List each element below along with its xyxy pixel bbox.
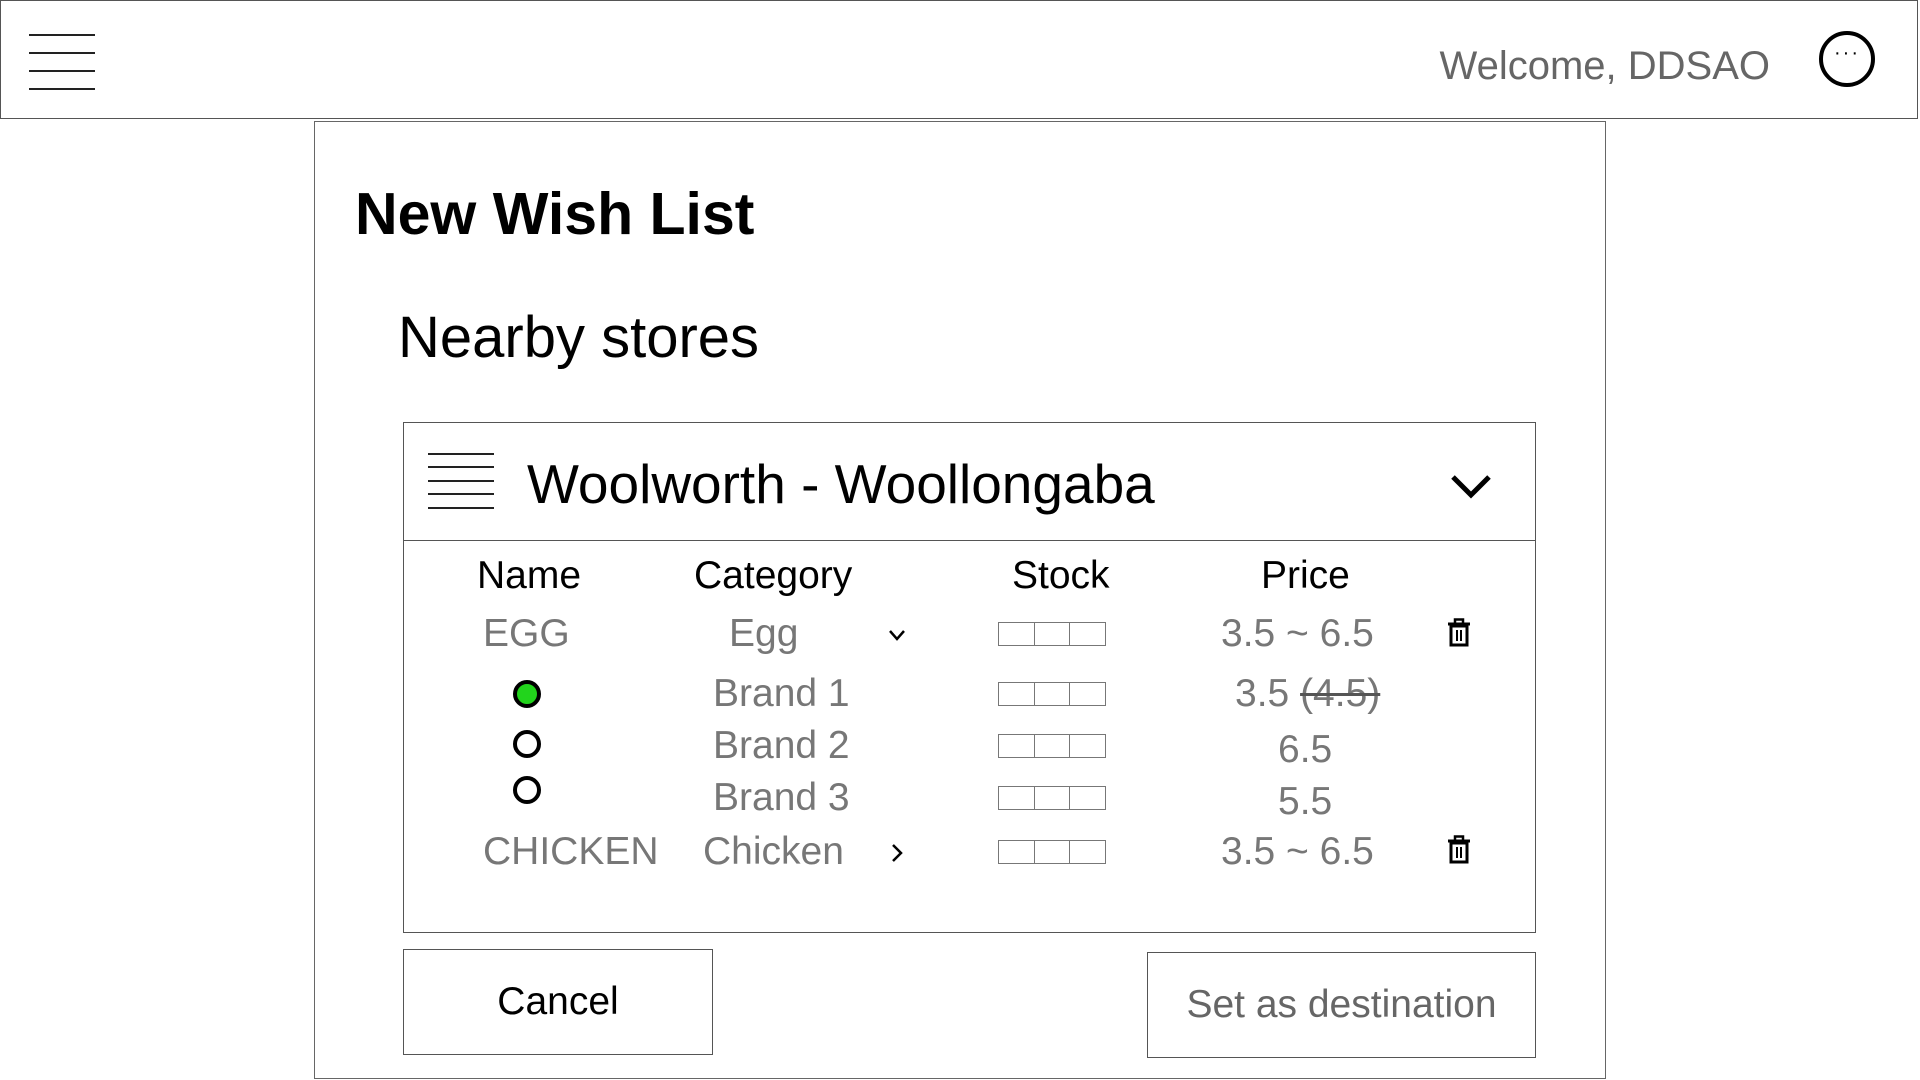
welcome-text: Welcome, DDSAO (1439, 44, 1770, 88)
column-header-price: Price (1261, 554, 1350, 597)
brand-radio[interactable] (513, 730, 541, 758)
chevron-down-icon[interactable] (1448, 468, 1494, 502)
page-title: New Wish List (355, 181, 755, 247)
brand-radio[interactable] (513, 776, 541, 804)
more-options-icon[interactable]: ··· (1819, 31, 1875, 87)
item-category: Egg (729, 612, 799, 655)
brand-sale-price: 3.5 (1235, 672, 1290, 715)
item-name: EGG (483, 612, 570, 655)
brand-price: 5.5 (1278, 780, 1333, 823)
more-dots: ··· (1834, 42, 1860, 64)
stock-indicator (998, 840, 1106, 864)
brand-price: 6.5 (1278, 728, 1333, 771)
hamburger-menu-icon[interactable] (29, 34, 95, 90)
stock-indicator (998, 786, 1106, 810)
stock-indicator (998, 682, 1106, 706)
item-name: CHICKEN (483, 830, 659, 873)
store-name: Woolworth - Woollongaba (527, 453, 1155, 515)
item-price-range: 3.5 ~ 6.5 (1221, 830, 1374, 873)
brand-original-price: (4.5) (1300, 672, 1381, 715)
brand-price: 3.5 (4.5) (1235, 672, 1380, 716)
brand-label: Brand 1 (713, 672, 850, 715)
brand-radio-selected[interactable] (513, 680, 541, 708)
cancel-button[interactable]: Cancel (403, 949, 713, 1055)
chevron-down-icon[interactable] (887, 627, 907, 643)
column-header-name: Name (477, 554, 582, 597)
drag-handle-icon[interactable] (428, 453, 494, 509)
stock-indicator (998, 734, 1106, 758)
trash-icon[interactable] (1446, 835, 1472, 865)
set-destination-button[interactable]: Set as destination (1147, 952, 1536, 1058)
brand-label: Brand 2 (713, 724, 850, 767)
trash-icon[interactable] (1446, 618, 1472, 648)
item-category: Chicken (703, 830, 844, 873)
stock-indicator (998, 622, 1106, 646)
brand-label: Brand 3 (713, 776, 850, 819)
column-header-stock: Stock (1012, 554, 1110, 597)
column-header-category: Category (694, 554, 853, 597)
section-title: Nearby stores (398, 305, 760, 370)
chevron-right-icon[interactable] (889, 842, 905, 864)
item-price-range: 3.5 ~ 6.5 (1221, 612, 1374, 655)
